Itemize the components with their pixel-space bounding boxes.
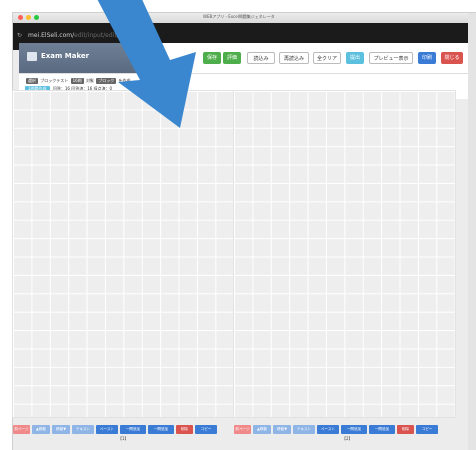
info-end: を作成 [118,78,131,83]
logo-icon [27,52,37,61]
submit-button[interactable]: 提出 [346,52,364,64]
url-text: mei.ElSeli.com/edit/input/edit/index [28,32,135,39]
app-header: Exam Maker 保存 評価 読込み 再読込み 全クリア 提出 プレビュー表… [19,43,476,73]
delete-button[interactable]: 削除 [397,425,414,434]
page-label-2: 【2】 [342,436,353,441]
move-up-button[interactable]: ▲移動 [253,425,271,434]
window-title: WEBアプリ - Excel問題集ジェネレータ [203,14,275,19]
close-button[interactable]: 閉じる [441,52,463,64]
info-line-1: 選択 ブロックテスト 16問 対象 ブロック を作成 [25,78,131,84]
info-tag-2: ブロック [96,78,117,84]
window-bezel [468,13,476,450]
minimize-window-button[interactable] [26,15,31,20]
delete-button[interactable]: 削除 [176,425,193,434]
window-titlebar: WEBアプリ - Excel問題集ジェネレータ [13,13,476,23]
load-button[interactable]: 読込み [247,52,275,64]
text-button[interactable]: テキスト [72,425,94,434]
move-down-button[interactable]: 移動▼ [52,425,70,434]
paste-button[interactable]: ペースト [96,425,118,434]
app-logo: Exam Maker [19,43,145,73]
add-question-button[interactable]: 一問追加 [341,425,367,434]
info-tag-1: 16問 [70,78,84,84]
close-window-button[interactable] [18,15,23,20]
copy-button[interactable]: コピー [416,425,438,434]
refresh-icon[interactable]: ↻ [17,32,22,39]
prev-page-button[interactable]: 前ページ [234,425,251,434]
preview-button[interactable]: プレビュー表示 [369,52,413,64]
move-down-button[interactable]: 移動▼ [273,425,291,434]
info-mid: 対象 [85,78,94,83]
add-question-button[interactable]: 一問追加 [120,425,146,434]
page-label-1: 【1】 [118,436,129,441]
page-canvas-1[interactable] [12,90,235,418]
logo-text: Exam Maker [41,52,90,60]
paste-button[interactable]: ペースト [317,425,339,434]
add-question-button-2[interactable]: 一問追加 [148,425,174,434]
copy-button[interactable]: コピー [195,425,217,434]
page-canvas-2[interactable] [233,90,456,418]
grade-button[interactable]: 評価 [223,52,241,64]
reload-button[interactable]: 再読込み [279,52,309,64]
text-button[interactable]: テキスト [293,425,315,434]
print-button[interactable]: 印刷 [418,52,436,64]
url-visible: mei.ElSeli.com/ [28,32,75,39]
info-text: ブロックテスト [40,78,69,83]
clear-all-button[interactable]: 全クリア [313,52,341,64]
url-faded: edit/input/edit/index [74,32,136,39]
move-up-button[interactable]: ▲移動 [32,425,50,434]
info-prefix-tag: 選択 [26,78,38,84]
prev-page-button[interactable]: 前ページ [13,425,30,434]
maximize-window-button[interactable] [34,15,39,20]
save-button[interactable]: 保存 [203,52,221,64]
add-question-button-2[interactable]: 一問追加 [369,425,395,434]
